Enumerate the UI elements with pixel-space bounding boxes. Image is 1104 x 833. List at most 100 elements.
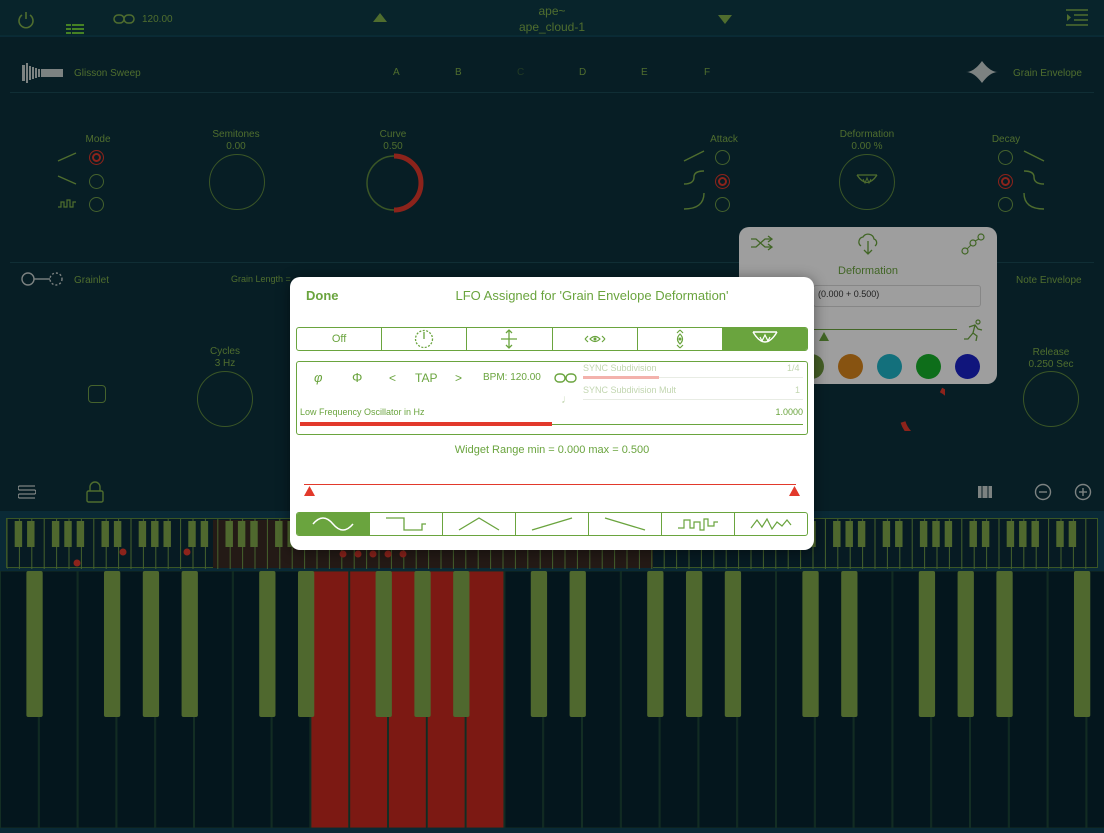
- decay-radio-linear[interactable]: [998, 150, 1013, 165]
- target-horizontal-eye[interactable]: [553, 328, 638, 350]
- mini-black-key: [857, 521, 866, 547]
- waveform-triangle[interactable]: [443, 513, 516, 535]
- pressed-white-key: [465, 570, 505, 829]
- waveform-square[interactable]: [370, 513, 443, 535]
- target-vertical-arrows[interactable]: [467, 328, 553, 350]
- dialog-title: LFO Assigned for 'Grain Envelope Deforma…: [455, 288, 729, 303]
- letter-f[interactable]: F: [704, 67, 710, 78]
- piano-keyboard[interactable]: [0, 570, 1104, 829]
- mini-black-key: [1056, 521, 1064, 547]
- triangle-down-icon[interactable]: [718, 15, 732, 24]
- sync-link-icon[interactable]: [554, 372, 578, 384]
- black-key: [103, 571, 121, 717]
- waveform-selector[interactable]: [296, 512, 808, 536]
- decay-curve-icons: [1023, 150, 1045, 210]
- mini-black-key: [969, 521, 977, 547]
- letter-b[interactable]: B: [455, 67, 462, 78]
- grain-envelope-icon: [966, 61, 998, 83]
- bpm-readout: 120.00: [142, 14, 173, 25]
- target-vertical-eye[interactable]: [638, 328, 723, 350]
- zoom-out-icon[interactable]: [1034, 483, 1052, 501]
- color-swatch[interactable]: [955, 354, 980, 379]
- lfo-frequency-label: Low Frequency Oscillator in Hz: [300, 407, 425, 417]
- waveform-sample-hold[interactable]: [662, 513, 735, 535]
- mini-black-key: [1068, 521, 1077, 547]
- level-bars-icon[interactable]: [66, 24, 84, 34]
- letter-c[interactable]: C: [517, 67, 524, 78]
- target-clock-dial[interactable]: [382, 328, 468, 350]
- mode-radio-linear[interactable]: [89, 150, 104, 165]
- range-max-thumb[interactable]: [789, 486, 800, 496]
- preset-name[interactable]: ape~ ape_cloud-1: [452, 4, 652, 34]
- attack-radio-linear[interactable]: [715, 150, 730, 165]
- sync-mult-track[interactable]: [583, 399, 803, 400]
- white-key: [194, 570, 233, 829]
- sync-subdivision-label: SYNC Subdivision: [583, 363, 657, 373]
- nodes-icon[interactable]: [961, 233, 985, 255]
- waveform-random[interactable]: [735, 513, 807, 535]
- widget-range-text: Widget Range min = 0.000 max = 0.500: [454, 444, 650, 456]
- phase-button-1[interactable]: φ: [314, 370, 322, 385]
- coil-icon[interactable]: [18, 483, 36, 501]
- color-swatch[interactable]: [838, 354, 863, 379]
- popover-slider-track[interactable]: [813, 329, 957, 330]
- menu-indent-icon[interactable]: [1066, 8, 1088, 28]
- color-swatch[interactable]: [877, 354, 902, 379]
- cloud-download-icon[interactable]: [856, 232, 880, 256]
- target-grain-envelope[interactable]: [722, 328, 807, 350]
- waveform-sine[interactable]: [297, 513, 370, 535]
- mini-black-key: [64, 521, 72, 547]
- cycles-knob[interactable]: [197, 371, 253, 427]
- saw-down-wave-icon: [604, 517, 646, 531]
- black-key: [918, 571, 936, 717]
- curve-knob[interactable]: [363, 152, 425, 214]
- power-icon[interactable]: [16, 10, 36, 30]
- white-key: [853, 570, 893, 829]
- phase-button-2[interactable]: Φ: [352, 370, 362, 385]
- semitones-knob[interactable]: [209, 154, 265, 210]
- mode-curve-icons: [57, 152, 77, 208]
- piano-keys[interactable]: [0, 570, 1104, 829]
- attack-radio-exp[interactable]: [715, 197, 730, 212]
- lfo-target-selector[interactable]: Off: [296, 327, 808, 351]
- letter-e[interactable]: E: [641, 67, 648, 78]
- black-key: [530, 571, 548, 717]
- mode-label: Mode: [85, 134, 111, 145]
- decay-radio-s-curve[interactable]: [998, 174, 1013, 189]
- popover-slider-thumb[interactable]: [819, 332, 829, 341]
- note-envelope-title: Note Envelope: [1016, 275, 1082, 286]
- tap-button[interactable]: TAP: [415, 371, 437, 385]
- bpm-label: BPM: 120.00: [483, 372, 541, 383]
- mini-black-key: [845, 521, 853, 547]
- semitones-value: 0.00: [226, 141, 246, 152]
- range-min-thumb[interactable]: [304, 486, 315, 496]
- runner-icon[interactable]: [963, 319, 985, 341]
- range-slider-track[interactable]: [304, 484, 796, 485]
- next-button[interactable]: >: [455, 371, 462, 385]
- mode-radio-down[interactable]: [89, 174, 104, 189]
- prev-button[interactable]: <: [389, 371, 396, 385]
- done-button[interactable]: Done: [306, 288, 339, 303]
- note-dot: [73, 559, 81, 567]
- release-knob[interactable]: [1023, 371, 1079, 427]
- grainlet-toggle[interactable]: [88, 385, 106, 403]
- color-swatch[interactable]: [916, 354, 941, 379]
- zoom-in-icon[interactable]: [1074, 483, 1092, 501]
- expression-field[interactable]: (0.000 + 0.500): [813, 285, 981, 307]
- letter-d[interactable]: D: [579, 67, 586, 78]
- target-off[interactable]: Off: [297, 328, 383, 350]
- grainlet-title: Grainlet: [74, 275, 110, 286]
- attack-radio-s-curve[interactable]: [715, 174, 730, 189]
- mini-black-key: [250, 521, 258, 547]
- square-wave-icon: [386, 517, 426, 531]
- letter-a[interactable]: A: [393, 67, 400, 78]
- shuffle-icon[interactable]: [751, 235, 773, 251]
- lock-icon[interactable]: [86, 481, 104, 503]
- link-icon[interactable]: [113, 13, 135, 25]
- triangle-up-icon[interactable]: [373, 13, 387, 22]
- keyboard-range-icon[interactable]: [978, 486, 992, 498]
- decay-radio-exp[interactable]: [998, 197, 1013, 212]
- mode-radio-step[interactable]: [89, 197, 104, 212]
- waveform-saw-down[interactable]: [589, 513, 662, 535]
- waveform-saw-up[interactable]: [516, 513, 589, 535]
